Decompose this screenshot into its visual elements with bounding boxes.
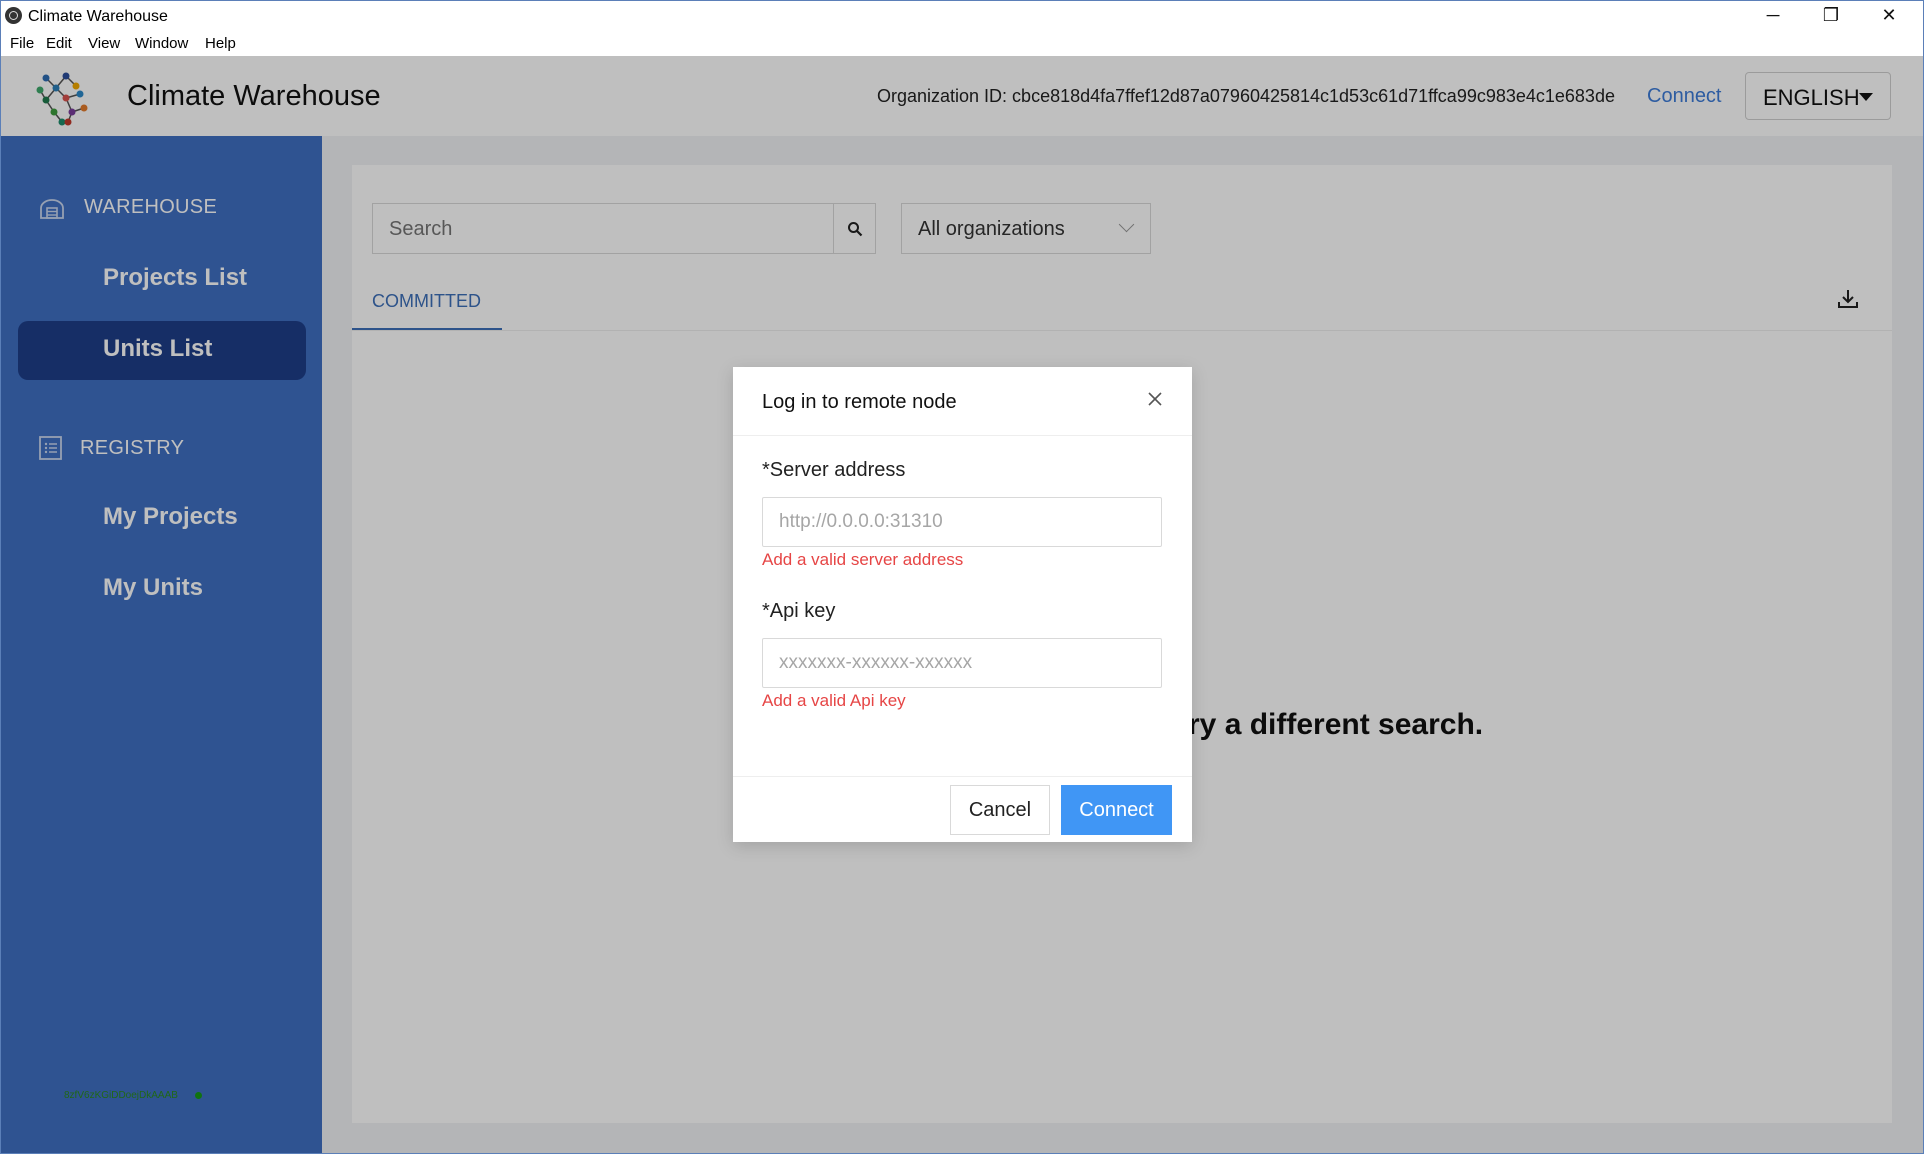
api-key-error: Add a valid Api key bbox=[762, 691, 906, 710]
menu-view[interactable]: View bbox=[88, 35, 120, 52]
menu-window[interactable]: Window bbox=[135, 35, 188, 52]
menu-file[interactable]: File bbox=[10, 35, 34, 52]
title-bar: Climate Warehouse ─ ❐ ✕ bbox=[0, 0, 1924, 31]
server-address-error: Add a valid server address bbox=[762, 550, 964, 569]
menu-edit[interactable]: Edit bbox=[46, 35, 72, 52]
dialog-header-divider bbox=[733, 435, 1192, 436]
app-icon bbox=[5, 7, 22, 24]
menu-bar: File Edit View Window Help bbox=[0, 31, 1924, 56]
window-title: Climate Warehouse bbox=[28, 8, 168, 25]
dialog-title: Log in to remote node bbox=[762, 391, 957, 413]
connect-button[interactable]: Connect bbox=[1061, 785, 1172, 835]
api-key-label: *Api key bbox=[762, 600, 836, 622]
server-address-label: *Server address bbox=[762, 459, 906, 481]
menu-help[interactable]: Help bbox=[205, 35, 236, 52]
dialog-footer-divider bbox=[733, 776, 1192, 777]
remote-login-dialog: Log in to remote node *Server address Ad… bbox=[733, 367, 1192, 842]
close-window-button[interactable]: ✕ bbox=[1860, 0, 1918, 31]
server-address-input[interactable] bbox=[762, 497, 1162, 547]
api-key-input[interactable] bbox=[762, 638, 1162, 688]
maximize-button[interactable]: ❐ bbox=[1802, 0, 1860, 31]
close-icon[interactable] bbox=[1143, 387, 1167, 411]
cancel-button[interactable]: Cancel bbox=[950, 785, 1050, 835]
minimize-button[interactable]: ─ bbox=[1744, 0, 1802, 31]
